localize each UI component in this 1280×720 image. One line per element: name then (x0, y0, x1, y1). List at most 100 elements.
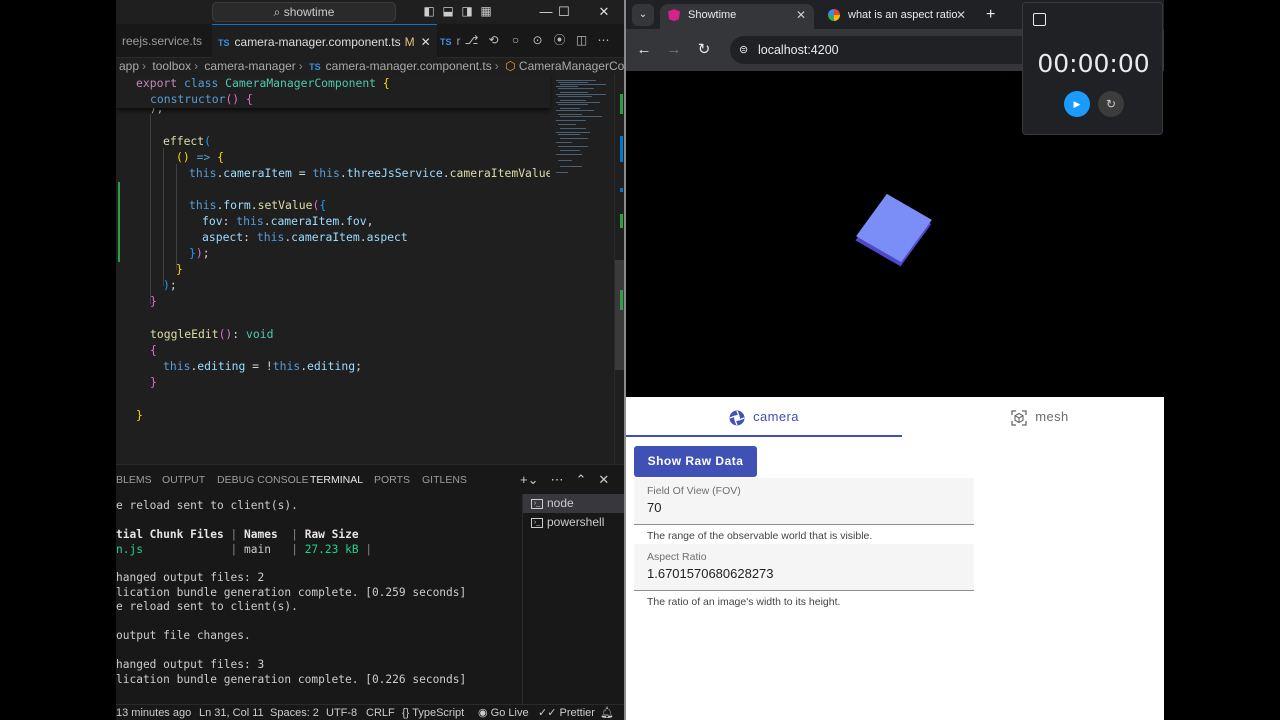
circle-forward-icon[interactable]: ⊙ (530, 33, 545, 48)
tab-mesh[interactable]: mesh (902, 397, 1164, 438)
browser-tab-showtime[interactable]: Showtime ✕ (660, 4, 814, 29)
site-info-icon[interactable]: ⊜ (739, 36, 748, 64)
terminal-line: hanged output files: 2 (116, 571, 265, 584)
broadcast-icon: ◉ (478, 707, 491, 719)
tab-search-icon[interactable]: ⌄ (632, 4, 654, 26)
breadcrumb-item[interactable]: toolbox (152, 59, 191, 73)
minimap-line (556, 172, 568, 173)
terminal-node[interactable]: ›_ node (523, 494, 624, 513)
minimap-line (556, 132, 590, 133)
aspect-ratio-input[interactable] (647, 566, 957, 581)
split-editor-icon[interactable]: ◫ (574, 33, 589, 48)
terminal-line: e reload sent to client(s). (116, 600, 298, 613)
close-panel-icon[interactable]: ✕ (598, 472, 609, 488)
tab-ports[interactable]: PORTS (374, 465, 410, 495)
toggle-secondary-sidebar-icon[interactable]: ◨ (460, 4, 474, 18)
breadcrumb-item[interactable]: CameraManagerComponent (519, 59, 624, 73)
close-tab-icon[interactable]: ✕ (421, 35, 431, 49)
code-line: }); (189, 246, 210, 260)
status-language[interactable]: {} TypeScript (402, 705, 464, 720)
code-line: } (150, 294, 157, 308)
status-prettier[interactable]: ✓✓ Prettier (538, 705, 595, 720)
new-tab-icon[interactable]: + (986, 4, 995, 26)
tab-terminal[interactable]: TERMINAL (310, 465, 364, 495)
reset-button[interactable]: ↻ (1098, 91, 1124, 117)
status-eol[interactable]: CRLF (366, 705, 395, 720)
customize-layout-icon[interactable]: ▦ (479, 4, 493, 18)
status-cursor-position[interactable]: Ln 31, Col 11 (199, 705, 264, 720)
toggle-primary-sidebar-icon[interactable]: ◧ (422, 4, 436, 18)
terminal-powershell[interactable]: ›_ powershell (523, 513, 624, 532)
minimap-line (560, 108, 580, 109)
breadcrumb-item[interactable]: app (119, 59, 139, 73)
maximize-icon[interactable]: ☐ (546, 0, 582, 24)
check-icon: ✓✓ (538, 707, 560, 719)
browser-tab-aspect-ratio[interactable]: what is an aspect ratio ✕ (820, 4, 974, 29)
git-change-marker (118, 182, 120, 262)
new-terminal-icon[interactable]: +⌄ (520, 472, 538, 488)
status-indentation[interactable]: Spaces: 2 (270, 705, 319, 720)
tab-gitlens[interactable]: GITLENS (422, 465, 467, 495)
status-go-live[interactable]: ◉ Go Live (478, 705, 529, 720)
toggle-panel-icon[interactable]: ⬓ (441, 4, 455, 18)
reload-icon[interactable]: ↻ (694, 40, 714, 60)
braces-icon: {} (402, 707, 413, 719)
typescript-icon: TS (440, 37, 452, 47)
minimap-line (558, 82, 588, 83)
terminal-line: hanged output files: 3 (116, 658, 265, 671)
vscode-titlebar: ⌕ showtime ◧ ⬓ ◨ ▦ — ☐ ✕ (116, 0, 624, 24)
scrollbar-thumb[interactable] (615, 260, 624, 370)
status-encoding[interactable]: UTF-8 (326, 705, 357, 720)
go-back-icon[interactable]: ⟲ (486, 33, 501, 48)
expand-icon[interactable] (1033, 13, 1046, 26)
code-line: aspect: this.cameraItem.aspect (202, 230, 408, 244)
vertical-scrollbar[interactable] (614, 74, 624, 464)
back-icon[interactable]: ← (634, 40, 654, 60)
command-center-search[interactable]: ⌕ showtime (212, 2, 396, 22)
terminal-line: tial Chunk Files | Names | Raw Size (116, 528, 359, 541)
circle-icon[interactable]: ○ (508, 33, 523, 48)
minimap[interactable] (550, 74, 614, 464)
tab-debug-console[interactable]: DEBUG CONSOLE (217, 465, 309, 495)
tab-problems[interactable]: BLEMS (116, 465, 152, 495)
tab-output[interactable]: OUTPUT (162, 465, 205, 495)
fov-field[interactable]: Field Of View (FOV) (634, 478, 974, 525)
breadcrumb-item[interactable]: camera-manager (204, 59, 295, 73)
close-tab-icon[interactable]: ✕ (796, 4, 806, 26)
fov-input[interactable] (647, 500, 957, 515)
tab-threejs-service[interactable]: reejs.service.ts (116, 24, 208, 58)
gitlens-icon[interactable]: ⦿ (552, 33, 567, 48)
tab-title: what is an aspect ratio (848, 9, 958, 21)
tab-label: reejs.service.ts (122, 34, 203, 48)
tab-camera[interactable]: camera (626, 397, 902, 438)
code-line: this.cameraItem = this.threeJsService.ca… (189, 166, 566, 180)
tab-other[interactable]: TS r (434, 24, 467, 58)
more-actions-icon[interactable]: ⋯ (596, 33, 611, 48)
close-tab-icon[interactable]: ✕ (956, 4, 966, 26)
aspect-ratio-field[interactable]: Aspect Ratio (634, 544, 974, 591)
minimap-line (556, 142, 572, 143)
forward-icon[interactable]: → (664, 40, 684, 60)
breadcrumb-item[interactable]: camera-manager.component.ts (326, 59, 492, 73)
screen: ⌕ showtime ◧ ⬓ ◨ ▦ — ☐ ✕ reejs.service.t… (0, 0, 1280, 720)
terminal-icon: ›_ (531, 517, 543, 528)
modified-badge: M (404, 35, 415, 49)
status-last-commit[interactable]: 13 minutes ago (116, 705, 191, 720)
close-icon[interactable]: ✕ (586, 0, 622, 24)
git-compare-icon[interactable]: ⎇ (464, 33, 479, 48)
tab-label: r (456, 34, 461, 48)
code-line: this.form.setValue({ (189, 198, 327, 212)
show-raw-data-button[interactable]: Show Raw Data (634, 446, 757, 477)
code-editor[interactable]: ); effect( () => { this.cameraItem = thi… (116, 74, 566, 537)
terminal-output[interactable]: e reload sent to client(s). tial Chunk F… (116, 494, 522, 704)
play-button[interactable]: ▶ (1064, 91, 1090, 117)
editor-tabs: reejs.service.ts TS camera-manager.compon… (116, 24, 624, 58)
panel-tabs: BLEMS OUTPUT DEBUG CONSOLE TERMINAL PORT… (116, 464, 624, 495)
indent-guide (163, 148, 164, 286)
bell-icon[interactable]: 🔔︎ (600, 705, 614, 720)
more-icon[interactable]: ⋯ (550, 472, 563, 488)
tab-camera-manager[interactable]: TS camera-manager.component.ts M ✕ (212, 24, 437, 58)
minimap-line (558, 146, 588, 147)
maximize-panel-icon[interactable]: ⌃ (575, 472, 586, 488)
minimap-line (556, 120, 586, 121)
